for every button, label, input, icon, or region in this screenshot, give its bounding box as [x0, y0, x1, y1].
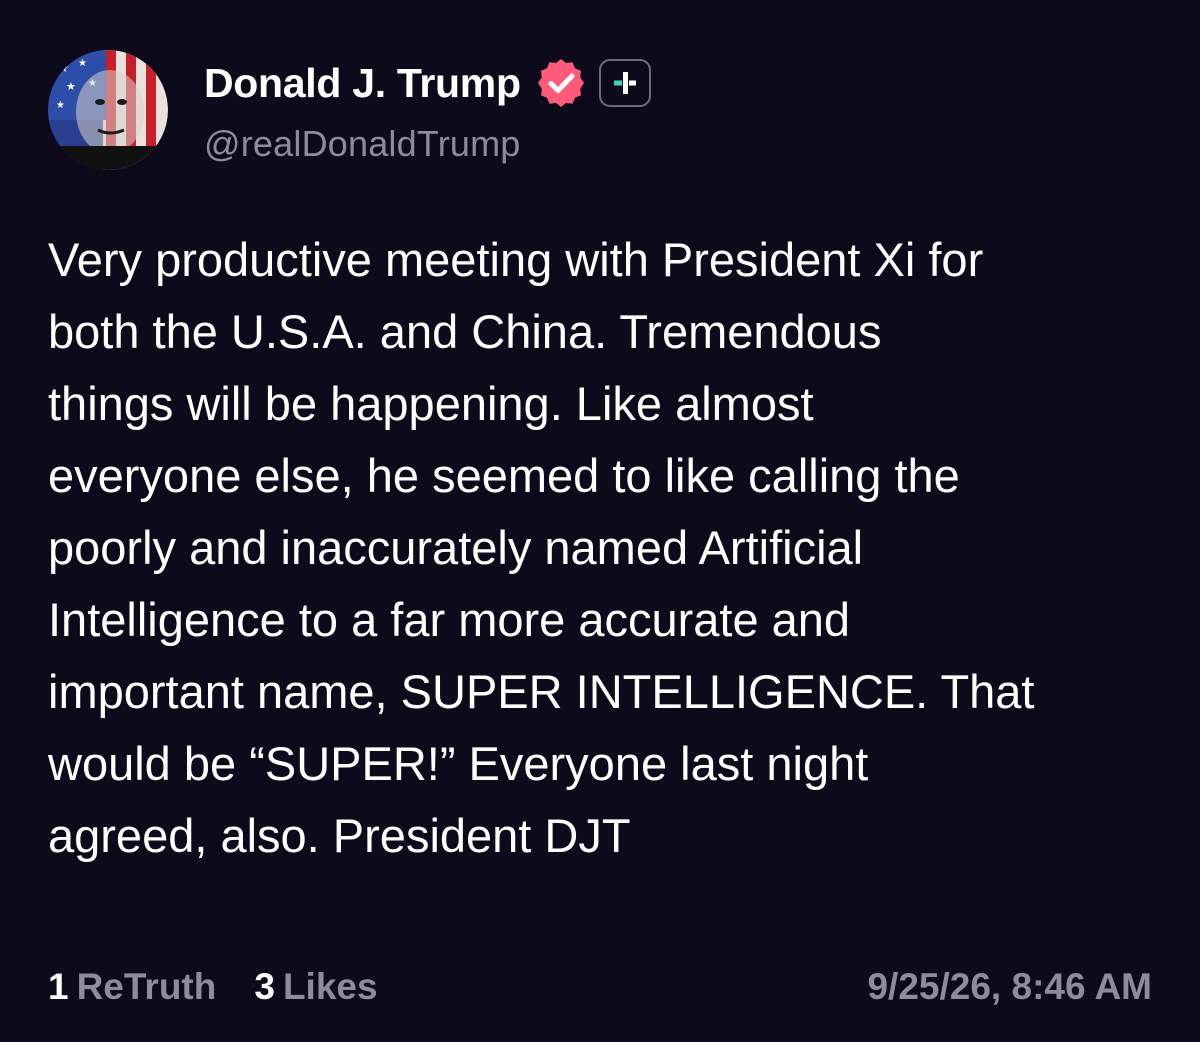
author-handle[interactable]: @realDonaldTrump [204, 123, 651, 165]
retruths-stat[interactable]: 1 ReTruth [48, 966, 216, 1008]
flag-portrait-avatar-icon: ★ ★ ★ ★ ★ [48, 50, 168, 170]
svg-text:★: ★ [58, 61, 69, 75]
likes-stat[interactable]: 3 Likes [254, 966, 377, 1008]
post-text: Very productive meeting with President X… [48, 224, 1168, 872]
post-line: Intelligence to a far more accurate and [48, 593, 851, 646]
post-header: ★ ★ ★ ★ ★ Donald J. Trump [48, 48, 651, 172]
post-line: things will be happening. Like almost [48, 377, 814, 430]
retruths-count: 1 [48, 966, 69, 1007]
post-line: poorly and inaccurately named Artificial [48, 521, 864, 574]
post-line: everyone else, he seemed to like calling… [48, 449, 960, 502]
post-footer: 1 ReTruth 3 Likes 9/25/26, 8:46 AM [48, 960, 1152, 1014]
post-line: agreed, also. President DJT [48, 809, 631, 862]
post-timestamp[interactable]: 9/25/26, 8:46 AM [867, 966, 1152, 1008]
post-line: Very productive meeting with President X… [48, 233, 984, 286]
truth-post: ★ ★ ★ ★ ★ Donald J. Trump [0, 0, 1200, 1042]
svg-text:★: ★ [66, 80, 76, 93]
likes-count: 3 [254, 966, 275, 1007]
post-line: both the U.S.A. and China. Tremendous [48, 305, 882, 358]
verified-badge-icon [537, 59, 584, 107]
display-name[interactable]: Donald J. Trump [204, 60, 521, 107]
likes-label: Likes [282, 966, 378, 1007]
post-line: would be “SUPER!” Everyone last night [48, 737, 869, 790]
post-line: important name, SUPER INTELLIGENCE. That [48, 665, 1035, 718]
name-row: Donald J. Trump [204, 55, 651, 111]
avatar[interactable]: ★ ★ ★ ★ ★ [48, 50, 168, 170]
retruths-label: ReTruth [76, 966, 217, 1007]
author-block: Donald J. Trump @realDonaldTrump [204, 55, 651, 165]
plus-badge-icon[interactable] [598, 59, 651, 107]
svg-text:★: ★ [78, 58, 87, 69]
svg-text:★: ★ [56, 100, 65, 111]
